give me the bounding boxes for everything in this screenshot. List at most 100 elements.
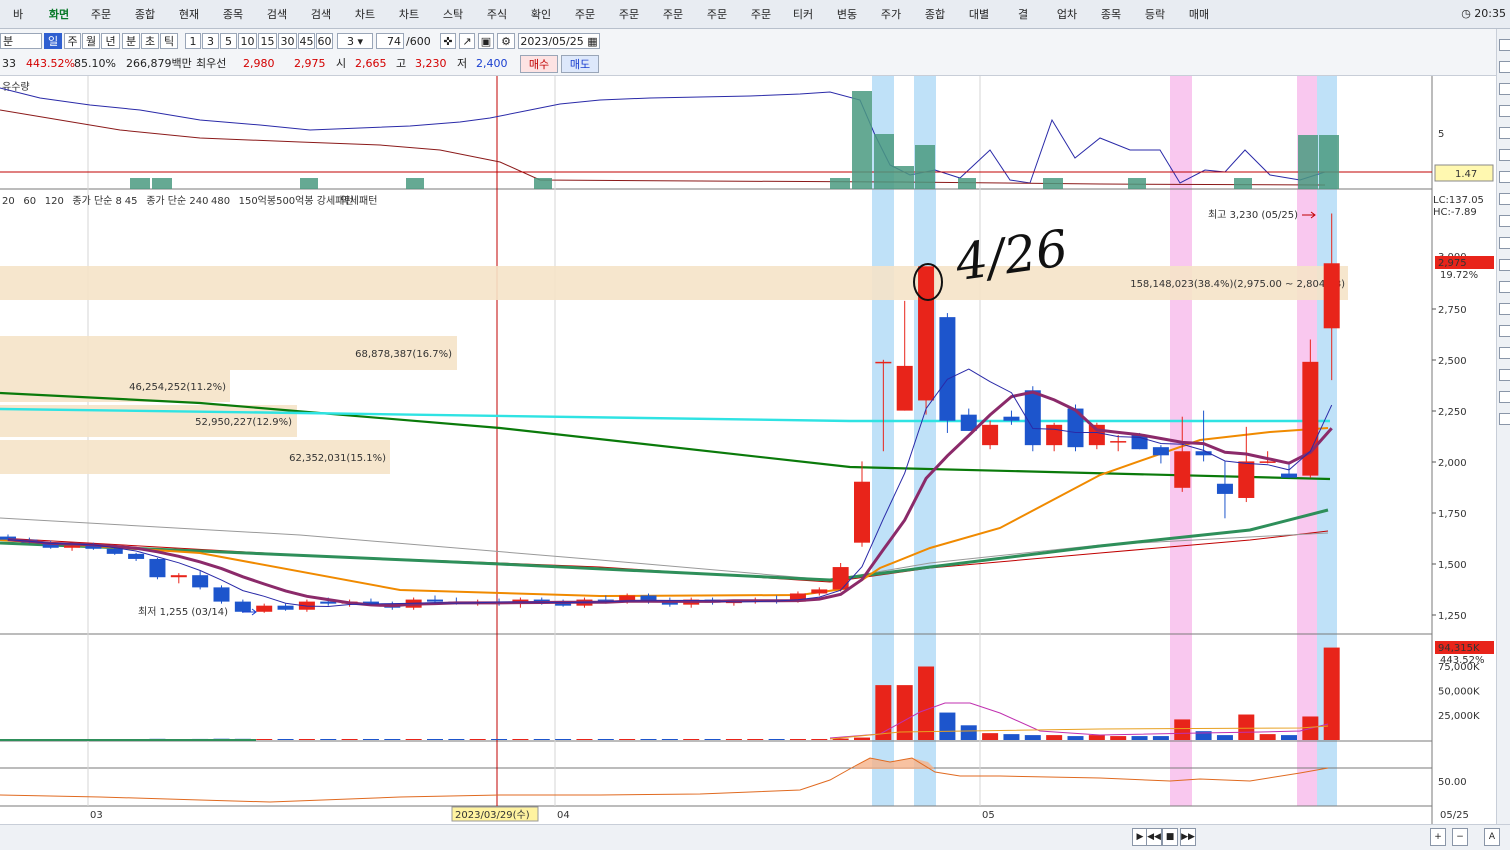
- toolbar-button-22[interactable]: 대별: [958, 0, 1000, 27]
- period-button-15[interactable]: 15: [258, 33, 277, 49]
- candle-body-55: [1174, 451, 1191, 488]
- toolbar-button-18[interactable]: 티커: [782, 0, 824, 27]
- upper-bar-5: [830, 178, 850, 189]
- right-tool-icon[interactable]: [1499, 39, 1510, 51]
- right-tool-icon[interactable]: [1499, 215, 1510, 227]
- price-tick-5: 1,500: [1438, 560, 1467, 571]
- toolbar-button-7[interactable]: 검색: [300, 0, 342, 27]
- toolbar-button-24[interactable]: 업차: [1046, 0, 1088, 27]
- right-tool-icon[interactable]: [1499, 193, 1510, 205]
- scroll-control-icon[interactable]: ◀◀: [1146, 828, 1162, 846]
- candle-body-8: [170, 575, 187, 578]
- settings-icon[interactable]: ⚙: [497, 33, 515, 49]
- period-button-일[interactable]: 일: [44, 33, 62, 49]
- high-label: 고: [396, 57, 407, 70]
- toolbar-button-13[interactable]: 주문: [564, 0, 606, 27]
- period-button-년[interactable]: 년: [101, 33, 120, 49]
- right-tool-icon[interactable]: [1499, 171, 1510, 183]
- toolbar-button-10[interactable]: 스탁: [432, 0, 474, 27]
- period-button-월[interactable]: 월: [82, 33, 100, 49]
- chart-scroll-bar[interactable]: ▶ ◀◀ ■ ▶▶ + − A: [0, 824, 1510, 850]
- volume-bar-16: [341, 739, 358, 740]
- toolbar-button-5[interactable]: 종목: [212, 0, 254, 27]
- toolbar-button-2[interactable]: 주문: [80, 0, 122, 27]
- volume-bar-18: [384, 739, 401, 740]
- volume-bar-36: [768, 739, 785, 740]
- toolbar-button-6[interactable]: 검색: [256, 0, 298, 27]
- period-button-5[interactable]: 5: [220, 33, 237, 49]
- minute-select[interactable]: 3 ▾: [337, 33, 373, 49]
- toolbar-button-0[interactable]: 바: [0, 0, 36, 27]
- period-button-60[interactable]: 60: [316, 33, 333, 49]
- current-price-pct: 19.72%: [1440, 270, 1478, 281]
- period-button-3[interactable]: 3: [202, 33, 219, 49]
- period-button-30[interactable]: 30: [278, 33, 297, 49]
- calendar-icon[interactable]: ▦: [587, 35, 597, 48]
- period-button-분[interactable]: 분: [122, 33, 140, 49]
- period-button-10[interactable]: 10: [238, 33, 257, 49]
- stock-chart[interactable]: 유수량 1.47 5 20 60 120 종가 단순 8 45 종가 단순 240 480 150억…: [0, 76, 1496, 824]
- toolbar-button-25[interactable]: 종목: [1090, 0, 1132, 27]
- date-field[interactable]: 2023/05/25 ▦: [518, 33, 600, 49]
- right-tool-icon[interactable]: [1499, 127, 1510, 139]
- period-button-45[interactable]: 45: [298, 33, 315, 49]
- scroll-control-icon[interactable]: ■: [1162, 828, 1178, 846]
- save-icon[interactable]: ▣: [478, 33, 494, 49]
- toolbar-button-27[interactable]: 매매: [1178, 0, 1220, 27]
- crosshair-tool-icon[interactable]: ✜: [440, 33, 456, 49]
- period-button-1[interactable]: 1: [185, 33, 201, 49]
- volume-bar-54: [1152, 736, 1169, 740]
- right-tool-icon[interactable]: [1499, 281, 1510, 293]
- right-tool-icon[interactable]: [1499, 61, 1510, 73]
- sell-label: 매도: [569, 58, 591, 71]
- toolbar-button-8[interactable]: 차트: [344, 0, 386, 27]
- candle-body-5: [106, 548, 123, 554]
- right-tool-icon[interactable]: [1499, 369, 1510, 381]
- scroll-control-icon[interactable]: A: [1484, 828, 1500, 846]
- toolbar-button-26[interactable]: 등락: [1134, 0, 1176, 27]
- toolbar-button-label: 주문: [662, 8, 684, 21]
- sell-button[interactable]: 매도: [561, 55, 599, 73]
- toolbar-button-1[interactable]: 화면: [38, 0, 80, 27]
- toolbar-button-20[interactable]: 주가: [870, 0, 912, 27]
- toolbar-button-9[interactable]: 차트: [388, 0, 430, 27]
- right-tool-icon[interactable]: [1499, 105, 1510, 117]
- toolbar-button-21[interactable]: 종합: [914, 0, 956, 27]
- toolbar-button-11[interactable]: 주식: [476, 0, 518, 27]
- toolbar-button-17[interactable]: 주문: [740, 0, 782, 27]
- period-button-초[interactable]: 초: [141, 33, 159, 49]
- volume-bar-47: [1003, 734, 1020, 740]
- candle-body-6: [128, 553, 145, 559]
- draw-tool-icon[interactable]: ↗: [459, 33, 475, 49]
- right-tool-icon[interactable]: [1499, 391, 1510, 403]
- period-button-틱[interactable]: 틱: [160, 33, 178, 49]
- chart-type-select[interactable]: 분: [0, 33, 42, 49]
- toolbar-button-16[interactable]: 주문: [696, 0, 738, 27]
- legend-item-1: 60: [23, 196, 36, 207]
- volume-bar-27: [576, 739, 593, 740]
- toolbar-button-12[interactable]: 확인: [520, 0, 562, 27]
- toolbar-button-15[interactable]: 주문: [652, 0, 694, 27]
- buy-button[interactable]: 매수: [520, 55, 558, 73]
- right-tool-icon[interactable]: [1499, 83, 1510, 95]
- toolbar-button-23[interactable]: 결: [1002, 0, 1044, 27]
- period-button-주[interactable]: 주: [64, 33, 81, 49]
- toolbar-button-3[interactable]: 종합: [124, 0, 166, 27]
- right-tool-icon[interactable]: [1499, 237, 1510, 249]
- count-input[interactable]: 74: [376, 33, 404, 49]
- toolbar-button-19[interactable]: 변동: [826, 0, 868, 27]
- toolbar-button-label: 주문: [750, 8, 772, 21]
- scroll-control-icon[interactable]: −: [1452, 828, 1468, 846]
- upper-bar-12: [1128, 178, 1146, 189]
- right-tool-icon[interactable]: [1499, 325, 1510, 337]
- toolbar-button-4[interactable]: 현재: [168, 0, 210, 27]
- right-tool-icon[interactable]: [1499, 303, 1510, 315]
- right-tool-icon[interactable]: [1499, 259, 1510, 271]
- scroll-control-icon[interactable]: ▶▶: [1180, 828, 1196, 846]
- scroll-control-icon[interactable]: +: [1430, 828, 1446, 846]
- right-tool-icon[interactable]: [1499, 347, 1510, 359]
- right-tool-icon[interactable]: [1499, 149, 1510, 161]
- right-tool-icon[interactable]: [1499, 413, 1510, 425]
- toolbar-button-14[interactable]: 주문: [608, 0, 650, 27]
- open-label: 시: [336, 57, 347, 70]
